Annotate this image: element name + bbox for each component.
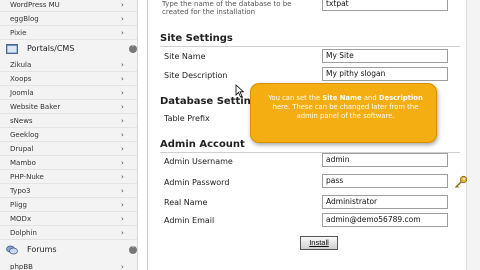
key-icon[interactable] bbox=[454, 175, 468, 189]
table-prefix-label: Table Prefix bbox=[164, 114, 210, 123]
sidebar-item-label: Pligg bbox=[10, 201, 27, 209]
sidebar-category-portals[interactable]: Portals/CMS ˅ bbox=[0, 41, 137, 57]
chevron-right-icon: › bbox=[121, 201, 124, 209]
forums-icon bbox=[6, 245, 18, 255]
install-button[interactable]: Install bbox=[300, 236, 338, 250]
chevron-right-icon: › bbox=[121, 15, 124, 23]
sidebar-item-pligg[interactable]: Pligg › bbox=[0, 198, 137, 212]
chevron-right-icon: › bbox=[121, 159, 124, 167]
chevron-right-icon: › bbox=[121, 117, 124, 125]
sidebar-item-label: sNews bbox=[10, 117, 33, 125]
tooltip-text-mid: and bbox=[361, 94, 379, 102]
sidebar-item-label: WordPress MU bbox=[10, 1, 60, 9]
sidebar-item-eggblog[interactable]: eggBlog › bbox=[0, 12, 137, 26]
sidebar-item-label: Drupal bbox=[10, 145, 34, 153]
sidebar-item-label: PHP-Nuke bbox=[10, 173, 44, 181]
chevron-right-icon: › bbox=[121, 263, 124, 270]
sidebar-item-xoops[interactable]: Xoops › bbox=[0, 72, 137, 86]
sidebar-item-label: Mambo bbox=[10, 159, 36, 167]
chevron-right-icon: › bbox=[121, 89, 124, 97]
tooltip-text-description: Description bbox=[378, 94, 423, 102]
sidebar-item-geeklog[interactable]: Geeklog › bbox=[0, 128, 137, 142]
sidebar-item-label: Zikula bbox=[10, 61, 32, 69]
chevron-right-icon: › bbox=[121, 187, 124, 195]
sidebar-item-pixie[interactable]: Pixie › bbox=[0, 26, 137, 40]
sidebar-item-drupal[interactable]: Drupal › bbox=[0, 142, 137, 156]
chevron-right-icon: › bbox=[121, 29, 124, 37]
sidebar-item-zikula[interactable]: Zikula › bbox=[0, 58, 137, 72]
sidebar-item-typo3[interactable]: Typo3 › bbox=[0, 184, 137, 198]
sidebar-item-modx[interactable]: MODx › bbox=[0, 212, 137, 226]
sidebar-item-php-nuke[interactable]: PHP-Nuke › bbox=[0, 170, 137, 184]
site-name-label: Site Name bbox=[164, 52, 206, 61]
chevron-right-icon: › bbox=[121, 215, 124, 223]
sidebar-item-label: Website Baker bbox=[10, 103, 61, 111]
cursor-icon bbox=[235, 84, 245, 98]
sidebar-item-joomla[interactable]: Joomla › bbox=[0, 86, 137, 100]
admin-account-heading: Admin Account bbox=[160, 139, 245, 150]
sidebar-item-label: Dolphin bbox=[10, 229, 37, 237]
admin-password-label: Admin Password bbox=[164, 178, 230, 187]
collapse-circle-icon[interactable]: ˅ bbox=[129, 246, 137, 254]
sidebar-scrollbar[interactable] bbox=[138, 0, 148, 270]
chevron-right-icon: › bbox=[121, 229, 124, 237]
tooltip-text-prefix: You can set the bbox=[268, 94, 323, 102]
chevron-right-icon: › bbox=[121, 1, 124, 9]
sidebar-item-label: eggBlog bbox=[10, 15, 39, 23]
portals-icon bbox=[6, 44, 18, 54]
database-name-field[interactable]: txtpat bbox=[322, 0, 448, 11]
collapse-circle-icon[interactable]: ˅ bbox=[129, 45, 137, 53]
sidebar-item-label: Pixie bbox=[10, 29, 27, 37]
sidebar-item-label: Typo3 bbox=[10, 187, 31, 195]
admin-email-label: Admin Email bbox=[164, 216, 215, 225]
sidebar-category-forums[interactable]: Forums ˅ bbox=[0, 242, 137, 258]
site-description-label: Site Description bbox=[164, 71, 228, 80]
admin-username-field[interactable]: admin bbox=[322, 153, 448, 167]
database-settings-heading: Database Settings bbox=[160, 96, 264, 107]
sidebar-category-label: Forums bbox=[27, 245, 57, 254]
sidebar-item-label: Xoops bbox=[10, 75, 32, 83]
sidebar-item-wordpress-mu[interactable]: WordPress MU › bbox=[0, 0, 137, 12]
database-name-hint: Type the name of the database to be crea… bbox=[162, 0, 292, 16]
tooltip-text-suffix: here. These can be changed later from th… bbox=[272, 103, 419, 120]
section-divider bbox=[160, 46, 460, 47]
sidebar-item-mambo[interactable]: Mambo › bbox=[0, 156, 137, 170]
sidebar-item-label: Geeklog bbox=[10, 131, 39, 139]
admin-password-field[interactable]: pass bbox=[322, 174, 448, 188]
chevron-right-icon: › bbox=[121, 75, 124, 83]
admin-email-field[interactable]: admin@demo56789.com bbox=[322, 213, 448, 227]
sidebar-item-website-baker[interactable]: Website Baker › bbox=[0, 100, 137, 114]
sidebar-item-label: phpBB bbox=[10, 263, 33, 270]
chevron-right-icon: › bbox=[121, 103, 124, 111]
main-scrollbar[interactable] bbox=[466, 0, 480, 270]
chevron-right-icon: › bbox=[121, 145, 124, 153]
real-name-label: Real Name bbox=[164, 198, 208, 207]
site-settings-heading: Site Settings bbox=[160, 33, 233, 44]
site-name-field[interactable]: My Site bbox=[322, 49, 448, 63]
sidebar-item-dolphin[interactable]: Dolphin › bbox=[0, 226, 137, 240]
chevron-right-icon: › bbox=[121, 173, 124, 181]
admin-username-label: Admin Username bbox=[164, 157, 233, 166]
chevron-right-icon: › bbox=[121, 131, 124, 139]
chevron-right-icon: › bbox=[121, 61, 124, 69]
sidebar-item-label: Joomla bbox=[10, 89, 34, 97]
sidebar: WordPress MU › eggBlog › Pixie › Portals… bbox=[0, 0, 138, 270]
tooltip-text-site-name: Site Name bbox=[322, 94, 362, 102]
sidebar-item-phpbb[interactable]: phpBB › bbox=[0, 260, 137, 270]
site-description-field[interactable]: My pithy slogan bbox=[322, 67, 448, 81]
sidebar-item-label: MODx bbox=[10, 215, 32, 223]
real-name-field[interactable]: Administrator bbox=[322, 195, 448, 209]
tooltip-text: You can set the Site Name and Descriptio… bbox=[263, 94, 428, 121]
tooltip: You can set the Site Name and Descriptio… bbox=[250, 83, 437, 143]
sidebar-item-snews[interactable]: sNews › bbox=[0, 114, 137, 128]
sidebar-category-label: Portals/CMS bbox=[27, 44, 75, 53]
